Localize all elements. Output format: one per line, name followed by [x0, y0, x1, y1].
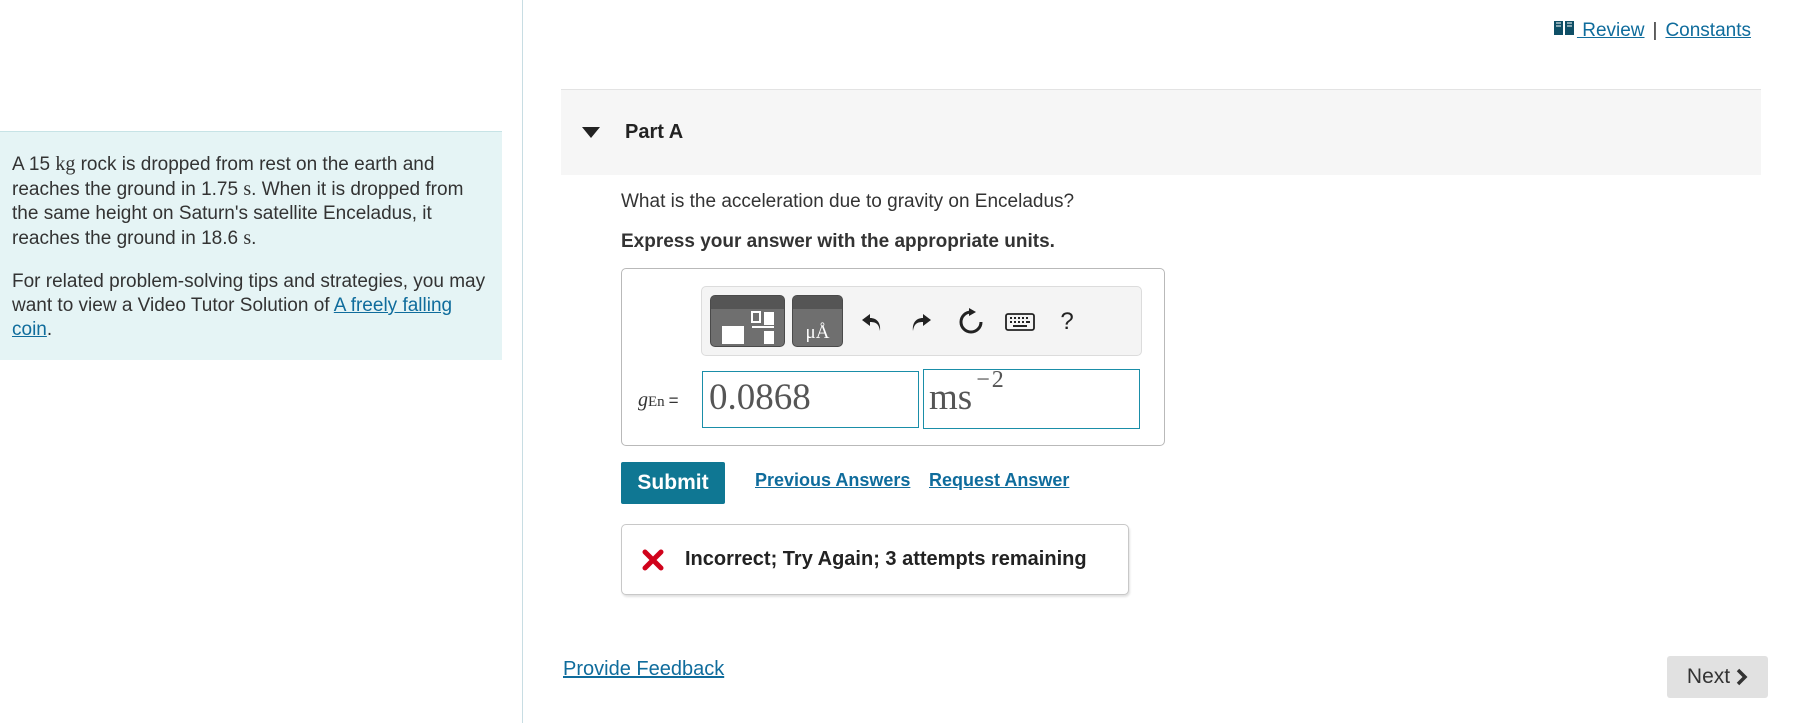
tips-text: .: [46, 319, 53, 340]
units-exponent: −2: [976, 367, 1006, 393]
review-label: Review: [1576, 20, 1645, 41]
next-button[interactable]: Next: [1667, 656, 1768, 698]
previous-answers-link[interactable]: Previous Answers: [755, 470, 910, 491]
collapse-caret-icon[interactable]: [582, 127, 600, 138]
variable-symbol: g: [638, 389, 648, 411]
feedback-message-box: Incorrect; Try Again; 3 attempts remaini…: [621, 524, 1129, 595]
equals-sign: =: [668, 391, 679, 410]
units-input[interactable]: ms −2: [923, 367, 1140, 429]
time-unit: s: [243, 178, 252, 200]
reset-icon[interactable]: [957, 308, 985, 336]
main-panel: Review | Constants Part A What is the ac…: [524, 0, 1795, 723]
top-links: Review | Constants: [1553, 20, 1751, 42]
value-input[interactable]: 0.0868: [702, 371, 919, 428]
variable-label: gEn =: [638, 389, 679, 412]
math-toolbar: μÅ ?: [701, 286, 1142, 356]
redo-icon[interactable]: [907, 308, 935, 336]
tips-paragraph: For related problem-solving tips and str…: [12, 270, 490, 342]
units-icon: μÅ: [805, 322, 830, 343]
left-panel: A 15 kg rock is dropped from rest on the…: [0, 0, 523, 723]
part-a-header[interactable]: Part A: [561, 89, 1761, 175]
units-base: ms: [929, 377, 973, 418]
units-button[interactable]: μÅ: [792, 295, 843, 347]
keyboard-icon[interactable]: [1004, 308, 1036, 336]
templates-button[interactable]: [710, 295, 785, 347]
mass-unit: kg: [55, 153, 76, 175]
book-icon: [1553, 21, 1574, 35]
button-band: [711, 296, 784, 309]
time-unit: s: [243, 227, 252, 249]
part-title: Part A: [625, 121, 684, 143]
button-band: [793, 296, 842, 309]
provide-feedback-link[interactable]: Provide Feedback: [563, 658, 724, 681]
chevron-right-icon: [1736, 668, 1748, 686]
feedback-text: Incorrect; Try Again; 3 attempts remaini…: [685, 548, 1087, 570]
help-icon[interactable]: ?: [1053, 308, 1081, 336]
answer-instructions: Express your answer with the appropriate…: [621, 231, 1055, 252]
templates-icon: [722, 311, 774, 344]
problem-intro: A 15 kg rock is dropped from rest on the…: [0, 131, 502, 360]
link-separator: |: [1652, 20, 1658, 41]
variable-subscript: En: [648, 394, 665, 410]
incorrect-x-icon: [642, 549, 664, 570]
answer-box: μÅ ? gEn = 0.0868 ms −2: [621, 268, 1165, 446]
submit-button[interactable]: Submit: [621, 462, 725, 504]
next-label: Next: [1686, 665, 1731, 688]
intro-text: A 15: [12, 154, 56, 175]
review-link[interactable]: Review: [1553, 20, 1645, 42]
problem-statement: A 15 kg rock is dropped from rest on the…: [12, 152, 490, 251]
request-answer-link[interactable]: Request Answer: [929, 470, 1069, 491]
constants-link[interactable]: Constants: [1665, 20, 1751, 42]
question-text: What is the acceleration due to gravity …: [621, 191, 1075, 212]
intro-text: .: [251, 228, 257, 249]
undo-icon[interactable]: [858, 308, 886, 336]
